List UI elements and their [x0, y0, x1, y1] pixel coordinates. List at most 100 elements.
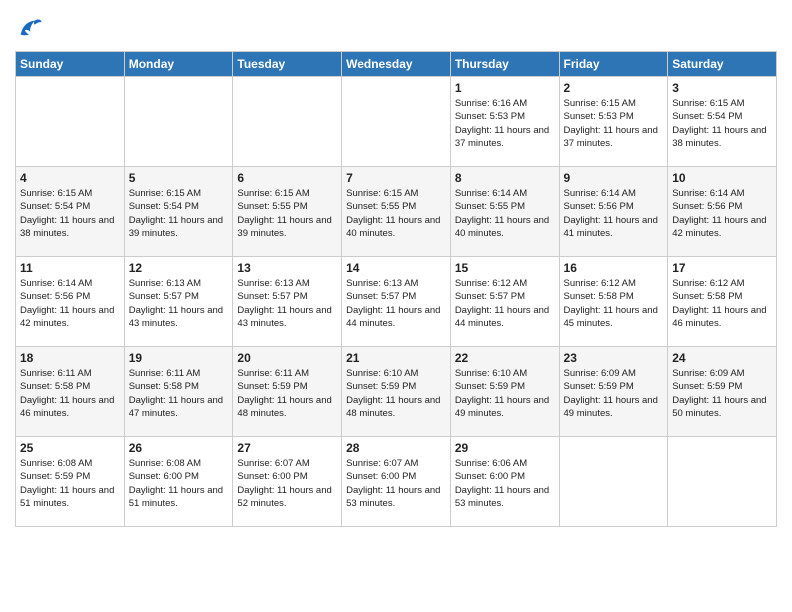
daylight-label: Daylight: 11 hours and 45 minutes. — [564, 305, 658, 329]
sunset-label: Sunset: 5:57 PM — [237, 291, 307, 302]
daylight-label: Daylight: 11 hours and 49 minutes. — [564, 395, 658, 419]
calendar-cell: 20 Sunrise: 6:11 AM Sunset: 5:59 PM Dayl… — [233, 347, 342, 437]
calendar-cell: 25 Sunrise: 6:08 AM Sunset: 5:59 PM Dayl… — [16, 437, 125, 527]
day-number: 28 — [346, 441, 446, 455]
calendar-cell: 7 Sunrise: 6:15 AM Sunset: 5:55 PM Dayli… — [342, 167, 451, 257]
day-number: 10 — [672, 171, 772, 185]
sunrise-label: Sunrise: 6:14 AM — [672, 188, 744, 199]
sunrise-label: Sunrise: 6:10 AM — [346, 368, 418, 379]
day-number: 2 — [564, 81, 664, 95]
day-detail: Sunrise: 6:13 AM Sunset: 5:57 PM Dayligh… — [237, 277, 337, 330]
calendar-cell: 23 Sunrise: 6:09 AM Sunset: 5:59 PM Dayl… — [559, 347, 668, 437]
sunrise-label: Sunrise: 6:15 AM — [672, 98, 744, 109]
sunset-label: Sunset: 5:58 PM — [672, 291, 742, 302]
daylight-label: Daylight: 11 hours and 48 minutes. — [237, 395, 331, 419]
daylight-label: Daylight: 11 hours and 53 minutes. — [455, 485, 549, 509]
day-number: 27 — [237, 441, 337, 455]
sunset-label: Sunset: 5:53 PM — [564, 111, 634, 122]
sunset-label: Sunset: 5:59 PM — [346, 381, 416, 392]
day-detail: Sunrise: 6:09 AM Sunset: 5:59 PM Dayligh… — [564, 367, 664, 420]
day-detail: Sunrise: 6:13 AM Sunset: 5:57 PM Dayligh… — [129, 277, 229, 330]
day-header-thursday: Thursday — [450, 52, 559, 77]
calendar-cell: 22 Sunrise: 6:10 AM Sunset: 5:59 PM Dayl… — [450, 347, 559, 437]
calendar-cell: 11 Sunrise: 6:14 AM Sunset: 5:56 PM Dayl… — [16, 257, 125, 347]
daylight-label: Daylight: 11 hours and 39 minutes. — [129, 215, 223, 239]
sunrise-label: Sunrise: 6:06 AM — [455, 458, 527, 469]
day-header-sunday: Sunday — [16, 52, 125, 77]
calendar-cell: 18 Sunrise: 6:11 AM Sunset: 5:58 PM Dayl… — [16, 347, 125, 437]
sunset-label: Sunset: 5:57 PM — [455, 291, 525, 302]
daylight-label: Daylight: 11 hours and 51 minutes. — [129, 485, 223, 509]
sunrise-label: Sunrise: 6:12 AM — [672, 278, 744, 289]
day-number: 20 — [237, 351, 337, 365]
day-detail: Sunrise: 6:12 AM Sunset: 5:57 PM Dayligh… — [455, 277, 555, 330]
daylight-label: Daylight: 11 hours and 40 minutes. — [455, 215, 549, 239]
day-detail: Sunrise: 6:14 AM Sunset: 5:56 PM Dayligh… — [20, 277, 120, 330]
daylight-label: Daylight: 11 hours and 37 minutes. — [455, 125, 549, 149]
calendar-header-row: SundayMondayTuesdayWednesdayThursdayFrid… — [16, 52, 777, 77]
day-number: 11 — [20, 261, 120, 275]
calendar-cell — [16, 77, 125, 167]
daylight-label: Daylight: 11 hours and 47 minutes. — [129, 395, 223, 419]
sunrise-label: Sunrise: 6:07 AM — [237, 458, 309, 469]
sunrise-label: Sunrise: 6:14 AM — [20, 278, 92, 289]
day-number: 24 — [672, 351, 772, 365]
day-detail: Sunrise: 6:15 AM Sunset: 5:54 PM Dayligh… — [20, 187, 120, 240]
day-header-friday: Friday — [559, 52, 668, 77]
day-detail: Sunrise: 6:14 AM Sunset: 5:55 PM Dayligh… — [455, 187, 555, 240]
day-number: 6 — [237, 171, 337, 185]
sunrise-label: Sunrise: 6:15 AM — [564, 98, 636, 109]
sunrise-label: Sunrise: 6:12 AM — [564, 278, 636, 289]
day-detail: Sunrise: 6:12 AM Sunset: 5:58 PM Dayligh… — [672, 277, 772, 330]
daylight-label: Daylight: 11 hours and 41 minutes. — [564, 215, 658, 239]
calendar-week-5: 25 Sunrise: 6:08 AM Sunset: 5:59 PM Dayl… — [16, 437, 777, 527]
day-header-tuesday: Tuesday — [233, 52, 342, 77]
day-detail: Sunrise: 6:11 AM Sunset: 5:58 PM Dayligh… — [20, 367, 120, 420]
daylight-label: Daylight: 11 hours and 42 minutes. — [672, 215, 766, 239]
calendar-cell — [342, 77, 451, 167]
sunrise-label: Sunrise: 6:13 AM — [346, 278, 418, 289]
sunset-label: Sunset: 5:59 PM — [20, 471, 90, 482]
daylight-label: Daylight: 11 hours and 44 minutes. — [455, 305, 549, 329]
calendar-cell: 5 Sunrise: 6:15 AM Sunset: 5:54 PM Dayli… — [124, 167, 233, 257]
sunrise-label: Sunrise: 6:09 AM — [564, 368, 636, 379]
day-number: 25 — [20, 441, 120, 455]
calendar-cell: 10 Sunrise: 6:14 AM Sunset: 5:56 PM Dayl… — [668, 167, 777, 257]
calendar-cell — [559, 437, 668, 527]
daylight-label: Daylight: 11 hours and 46 minutes. — [672, 305, 766, 329]
sunset-label: Sunset: 5:55 PM — [455, 201, 525, 212]
daylight-label: Daylight: 11 hours and 53 minutes. — [346, 485, 440, 509]
sunrise-label: Sunrise: 6:16 AM — [455, 98, 527, 109]
daylight-label: Daylight: 11 hours and 43 minutes. — [129, 305, 223, 329]
sunrise-label: Sunrise: 6:10 AM — [455, 368, 527, 379]
sunrise-label: Sunrise: 6:11 AM — [237, 368, 309, 379]
daylight-label: Daylight: 11 hours and 38 minutes. — [672, 125, 766, 149]
day-detail: Sunrise: 6:07 AM Sunset: 6:00 PM Dayligh… — [346, 457, 446, 510]
sunset-label: Sunset: 6:00 PM — [237, 471, 307, 482]
day-number: 5 — [129, 171, 229, 185]
logo — [15, 15, 47, 43]
day-number: 26 — [129, 441, 229, 455]
day-detail: Sunrise: 6:10 AM Sunset: 5:59 PM Dayligh… — [346, 367, 446, 420]
day-detail: Sunrise: 6:14 AM Sunset: 5:56 PM Dayligh… — [564, 187, 664, 240]
sunrise-label: Sunrise: 6:15 AM — [129, 188, 201, 199]
sunset-label: Sunset: 5:56 PM — [20, 291, 90, 302]
sunset-label: Sunset: 5:59 PM — [564, 381, 634, 392]
daylight-label: Daylight: 11 hours and 48 minutes. — [346, 395, 440, 419]
daylight-label: Daylight: 11 hours and 37 minutes. — [564, 125, 658, 149]
calendar-cell: 16 Sunrise: 6:12 AM Sunset: 5:58 PM Dayl… — [559, 257, 668, 347]
calendar-cell: 12 Sunrise: 6:13 AM Sunset: 5:57 PM Dayl… — [124, 257, 233, 347]
sunset-label: Sunset: 6:00 PM — [346, 471, 416, 482]
calendar-cell: 17 Sunrise: 6:12 AM Sunset: 5:58 PM Dayl… — [668, 257, 777, 347]
day-number: 21 — [346, 351, 446, 365]
calendar-cell: 14 Sunrise: 6:13 AM Sunset: 5:57 PM Dayl… — [342, 257, 451, 347]
day-detail: Sunrise: 6:11 AM Sunset: 5:58 PM Dayligh… — [129, 367, 229, 420]
sunset-label: Sunset: 5:57 PM — [129, 291, 199, 302]
daylight-label: Daylight: 11 hours and 43 minutes. — [237, 305, 331, 329]
sunset-label: Sunset: 5:56 PM — [672, 201, 742, 212]
calendar-body: 1 Sunrise: 6:16 AM Sunset: 5:53 PM Dayli… — [16, 77, 777, 527]
sunset-label: Sunset: 5:59 PM — [455, 381, 525, 392]
daylight-label: Daylight: 11 hours and 50 minutes. — [672, 395, 766, 419]
sunset-label: Sunset: 5:54 PM — [672, 111, 742, 122]
sunset-label: Sunset: 6:00 PM — [455, 471, 525, 482]
